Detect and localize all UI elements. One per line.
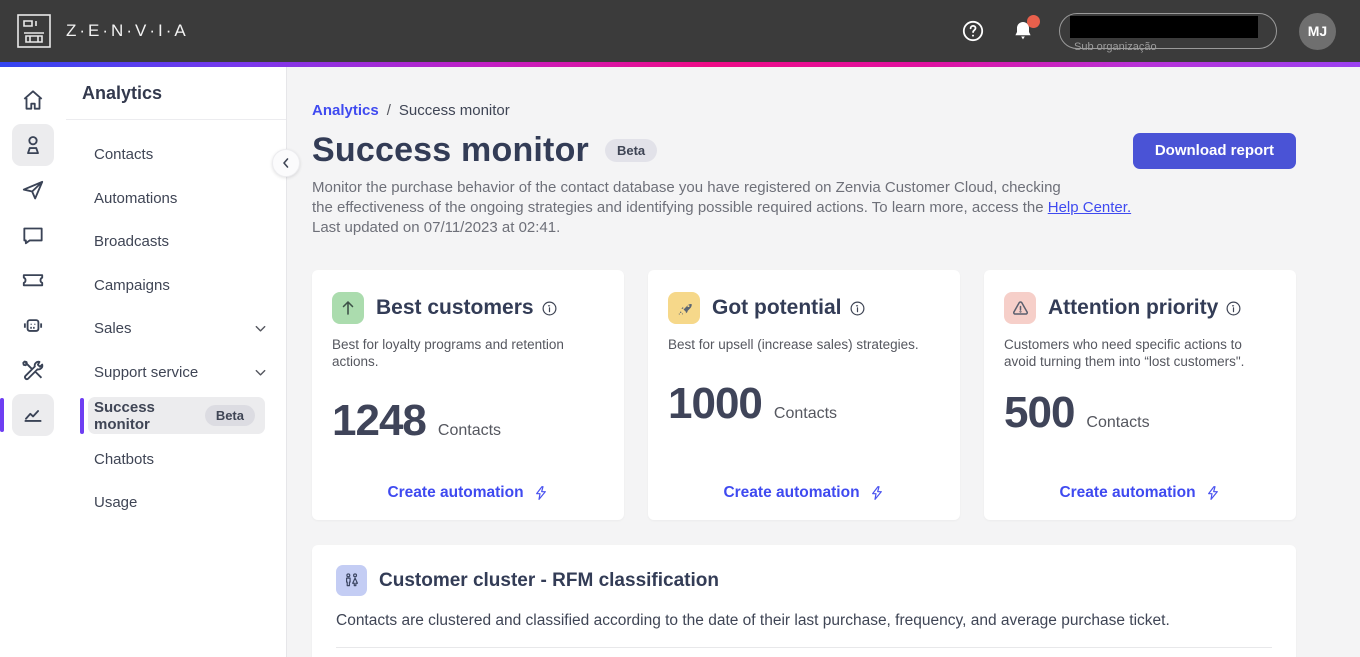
card-title: Attention priority — [1048, 296, 1242, 320]
sidebar-active-indicator — [80, 398, 84, 434]
info-icon[interactable] — [849, 300, 866, 317]
beta-badge: Beta — [204, 405, 255, 427]
rail-conversations-icon[interactable] — [12, 214, 54, 256]
info-icon[interactable] — [1225, 300, 1242, 317]
rail-tools-icon[interactable] — [12, 349, 54, 391]
organization-selector[interactable]: A Sub organização — [1059, 13, 1277, 53]
sidebar-item-support-service[interactable]: Support service — [66, 351, 286, 395]
people-group-icon — [336, 565, 367, 596]
main-content: Analytics / Success monitor Success moni… — [287, 67, 1360, 657]
sidebar-item-campaigns[interactable]: Campaigns — [66, 264, 286, 308]
attention-priority-card: Attention priority Customers who need sp… — [984, 270, 1296, 520]
rail-contacts-icon[interactable] — [12, 123, 54, 166]
card-value: 1000 — [668, 379, 763, 428]
cluster-description: Contacts are clustered and classified ac… — [336, 612, 1170, 629]
info-icon[interactable] — [541, 300, 558, 317]
cluster-title: Customer cluster - RFM classification — [379, 569, 719, 591]
lightning-bolt-icon — [533, 485, 549, 501]
breadcrumb: Analytics / Success monitor — [312, 102, 510, 119]
organization-name-redaction — [1070, 16, 1258, 38]
rail-send-icon[interactable] — [12, 169, 54, 211]
help-center-link[interactable]: Help Center. — [1048, 199, 1131, 216]
lightning-bolt-icon — [869, 485, 885, 501]
best-customers-card: Best customers Best for loyalty programs… — [312, 270, 624, 520]
card-description: Best for upsell (increase sales) strateg… — [668, 337, 919, 352]
rail-active-indicator — [0, 397, 4, 432]
sidebar-collapse-button[interactable] — [272, 149, 300, 177]
sidebar-item-chatbots[interactable]: Chatbots — [66, 438, 286, 482]
brand-text: Z·E·N·V·I·A — [66, 21, 189, 40]
sidebar-item-contacts[interactable]: Contacts — [66, 133, 286, 177]
page-title: Success monitor — [312, 131, 589, 169]
create-automation-link[interactable]: Create automation — [1004, 484, 1276, 502]
card-title: Best customers — [376, 296, 558, 320]
topbar: Z·E·N·V·I·A A Sub organização MJ — [0, 0, 1360, 62]
zenvia-logo[interactable]: Z·E·N·V·I·A — [16, 13, 189, 49]
rail-ticket-icon[interactable] — [12, 259, 54, 301]
create-automation-link[interactable]: Create automation — [332, 484, 604, 502]
got-potential-card: Got potential Best for upsell (increase … — [648, 270, 960, 520]
sidebar-item-automations[interactable]: Automations — [66, 177, 286, 221]
sidebar-item-usage[interactable]: Usage — [66, 481, 286, 525]
card-description: Best for loyalty programs and retention … — [332, 337, 564, 369]
rocket-icon — [668, 292, 700, 324]
card-unit: Contacts — [437, 422, 502, 439]
download-report-button[interactable]: Download report — [1132, 132, 1296, 169]
icon-rail — [0, 67, 66, 657]
create-automation-link[interactable]: Create automation — [668, 484, 940, 502]
customer-cluster-card: Customer cluster - RFM classification Co… — [312, 545, 1296, 657]
metric-cards-row: Best customers Best for loyalty programs… — [312, 270, 1296, 520]
card-description: Customers who need specific actions to a… — [1004, 337, 1245, 369]
warning-triangle-icon — [1004, 292, 1036, 324]
card-title: Got potential — [712, 296, 866, 320]
sub-organization-label: Sub organização — [1074, 41, 1157, 53]
notification-badge — [1027, 15, 1040, 28]
page-description: Monitor the purchase behavior of the con… — [312, 179, 1132, 236]
last-updated-text: Last updated on 07/11/2023 at 02:41. — [312, 219, 561, 236]
sidebar-item-success-monitor[interactable]: Success monitor Beta — [66, 394, 286, 438]
card-value: 1248 — [332, 396, 427, 445]
help-icon[interactable] — [959, 17, 987, 45]
sidebar-item-broadcasts[interactable]: Broadcasts — [66, 220, 286, 264]
card-unit: Contacts — [773, 405, 838, 422]
rail-bot-icon[interactable] — [12, 304, 54, 346]
lightning-bolt-icon — [1205, 485, 1221, 501]
card-value: 500 — [1004, 388, 1075, 437]
notifications-bell-icon[interactable] — [1009, 15, 1040, 45]
chevron-down-icon — [253, 365, 268, 380]
chevron-down-icon — [253, 321, 268, 336]
sidebar: Analytics Contacts Automations Broadcast… — [66, 67, 300, 657]
card-unit: Contacts — [1086, 414, 1150, 431]
rail-home-icon[interactable] — [12, 79, 54, 121]
cluster-divider — [336, 647, 1272, 648]
breadcrumb-analytics-link[interactable]: Analytics — [312, 102, 379, 119]
breadcrumb-current: Success monitor — [398, 102, 510, 119]
arrow-up-icon — [332, 292, 364, 324]
zenvia-logo-icon — [16, 13, 52, 49]
sidebar-title: Analytics — [82, 82, 163, 103]
sidebar-item-sales[interactable]: Sales — [66, 307, 286, 351]
rail-analytics-icon[interactable] — [0, 393, 54, 436]
user-avatar[interactable]: MJ — [1299, 12, 1336, 50]
page-beta-badge: Beta — [604, 139, 658, 162]
